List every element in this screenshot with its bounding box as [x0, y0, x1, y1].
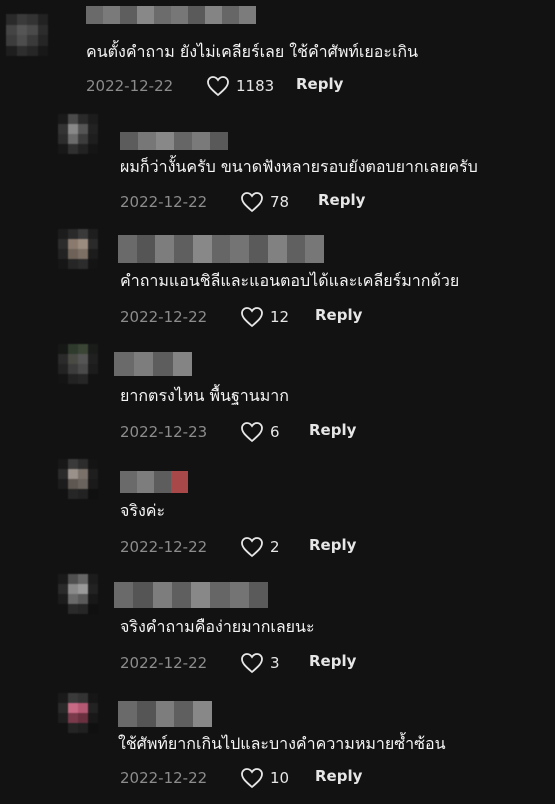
- avatar[interactable]: [6, 14, 48, 56]
- comment-meta: 2022-12-22 2: [120, 536, 280, 558]
- heart-outline-icon: [207, 76, 229, 97]
- like-count: 2: [270, 538, 280, 556]
- comment-date: 2022-12-22: [120, 538, 208, 556]
- comment-text: ผมก็ว่างั้นครับ ขนาดฟังหลายรอบยังตอบยากเ…: [120, 157, 478, 176]
- avatar[interactable]: [58, 574, 98, 614]
- avatar[interactable]: [58, 114, 98, 154]
- heart-outline-icon: [241, 768, 263, 789]
- username-blurred[interactable]: [114, 582, 268, 608]
- comment-meta: 2022-12-22 12: [120, 306, 289, 328]
- avatar[interactable]: [58, 344, 98, 384]
- reply-comment-item: คำถามแอนชิลีและแอนตอบได้และเคลียร์มากด้ว…: [0, 225, 555, 340]
- heart-outline-icon: [241, 422, 263, 443]
- avatar[interactable]: [58, 693, 98, 733]
- comment-meta: 2022-12-22 78: [120, 191, 289, 213]
- avatar[interactable]: [58, 459, 98, 499]
- like-count: 10: [270, 769, 290, 787]
- reply-comment-item: จริงคำถามคือง่ายมากเลยนะ 2022-12-22 3 Re…: [0, 570, 555, 685]
- reply-button[interactable]: Reply: [315, 306, 362, 324]
- like-button[interactable]: 6: [240, 421, 280, 443]
- reply-comment-item: ยากตรงไหน พื้นฐานมาก 2022-12-23 6 Reply: [0, 340, 555, 455]
- like-button[interactable]: 10: [240, 767, 289, 789]
- reply-button[interactable]: Reply: [296, 75, 343, 93]
- comment-date: 2022-12-22: [120, 308, 208, 326]
- comment-text: จริงค่ะ: [120, 501, 166, 520]
- username-blurred[interactable]: [86, 6, 256, 24]
- heart-outline-icon: [241, 653, 263, 674]
- heart-outline-icon: [241, 307, 263, 328]
- reply-comment-item: จริงค่ะ 2022-12-22 2 Reply: [0, 455, 555, 570]
- comment-date: 2022-12-22: [120, 193, 208, 211]
- comment-item: คนตั้งคำถาม ยังไม่เคลียร์เลย ใช้คำศัพท์เ…: [0, 0, 555, 110]
- like-button[interactable]: 12: [240, 306, 289, 328]
- comment-date: 2022-12-22: [120, 654, 208, 672]
- comment-date: 2022-12-22: [86, 77, 174, 95]
- reply-button[interactable]: Reply: [309, 536, 356, 554]
- like-button[interactable]: 1183: [206, 75, 274, 97]
- reply-button[interactable]: Reply: [315, 767, 362, 785]
- comment-text: จริงคำถามคือง่ายมากเลยนะ: [120, 617, 315, 636]
- comment-text: คำถามแอนชิลีและแอนตอบได้และเคลียร์มากด้ว…: [120, 271, 460, 290]
- username-blurred[interactable]: [120, 132, 228, 150]
- like-button[interactable]: 3: [240, 652, 280, 674]
- like-button[interactable]: 78: [240, 191, 289, 213]
- comment-meta: 2022-12-22 3: [120, 652, 280, 674]
- username-blurred[interactable]: [118, 235, 325, 263]
- username-blurred[interactable]: [120, 471, 188, 493]
- heart-outline-icon: [241, 192, 263, 213]
- username-blurred[interactable]: [118, 701, 212, 727]
- heart-outline-icon: [241, 537, 263, 558]
- comment-date: 2022-12-22: [120, 769, 208, 787]
- like-count: 12: [270, 308, 290, 326]
- comment-meta: 2022-12-22 1183: [86, 75, 274, 97]
- comment-text: ยากตรงไหน พื้นฐานมาก: [120, 386, 289, 405]
- avatar[interactable]: [58, 229, 98, 269]
- comment-date: 2022-12-23: [120, 423, 208, 441]
- reply-comment-item: ใช้ศัพท์ยากเกินไปและบางคำความหมายซ้ำซ้อน…: [0, 685, 555, 804]
- reply-button[interactable]: Reply: [309, 652, 356, 670]
- like-count: 3: [270, 654, 280, 672]
- like-count: 78: [270, 193, 290, 211]
- comment-meta: 2022-12-22 10: [120, 767, 289, 789]
- comment-text: คนตั้งคำถาม ยังไม่เคลียร์เลย ใช้คำศัพท์เ…: [86, 42, 419, 61]
- like-button[interactable]: 2: [240, 536, 280, 558]
- reply-comment-item: ผมก็ว่างั้นครับ ขนาดฟังหลายรอบยังตอบยากเ…: [0, 110, 555, 225]
- reply-button[interactable]: Reply: [318, 191, 365, 209]
- like-count: 6: [270, 423, 280, 441]
- like-count: 1183: [236, 77, 275, 95]
- username-blurred[interactable]: [114, 352, 192, 376]
- comment-meta: 2022-12-23 6: [120, 421, 280, 443]
- reply-button[interactable]: Reply: [309, 421, 356, 439]
- comment-text: ใช้ศัพท์ยากเกินไปและบางคำความหมายซ้ำซ้อน: [118, 734, 446, 753]
